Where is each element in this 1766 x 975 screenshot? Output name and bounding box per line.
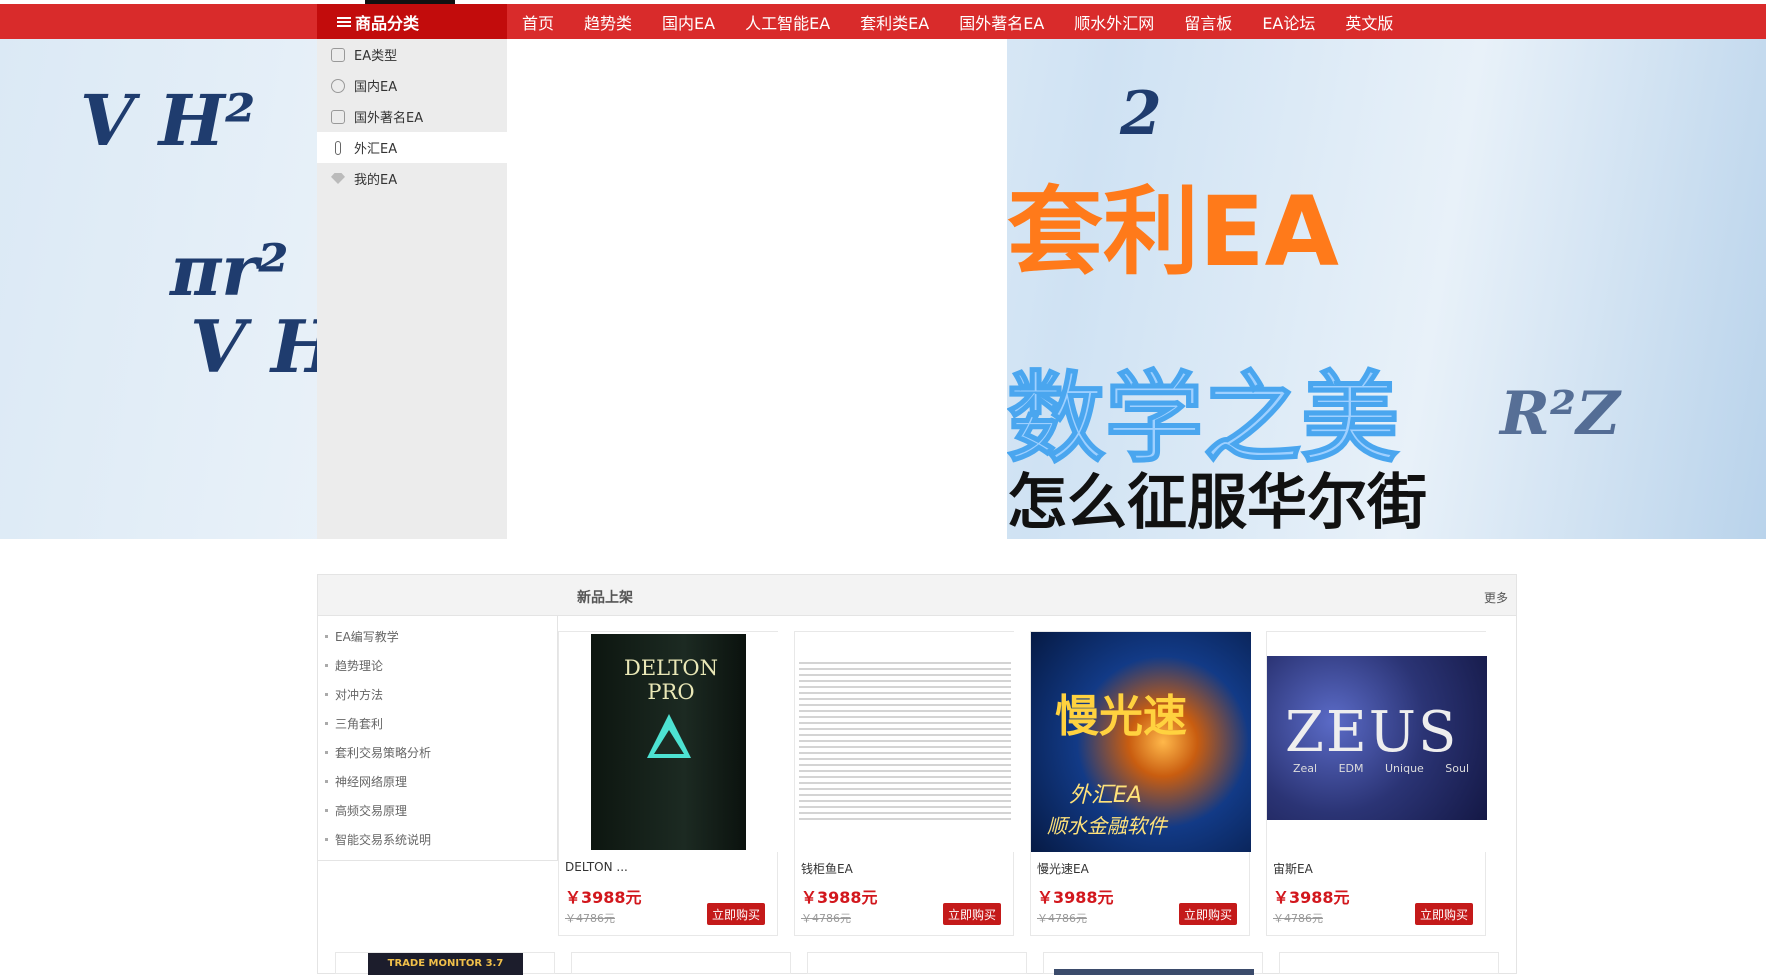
thumb-text: TRADE MONITOR 3.7	[368, 953, 523, 975]
thumb-image-edge	[1054, 969, 1254, 975]
product-price: ￥3988元	[1273, 888, 1350, 907]
trade-table-image	[799, 662, 1011, 822]
category-item-label: 我的EA	[354, 173, 398, 188]
flask-icon	[331, 47, 345, 62]
banner-formula-decoration: V H²	[80, 79, 256, 162]
buy-now-button[interactable]: 立即购买	[707, 903, 765, 925]
nav-links: 首页 趋势类 国内EA 人工智能EA 套利类EA 国外著名EA 顺水外汇网 留言…	[507, 4, 1408, 39]
product-price: ￥3988元	[565, 888, 642, 907]
category-menu-toggle[interactable]: 商品分类	[317, 4, 507, 39]
nav-link-home[interactable]: 首页	[522, 10, 554, 34]
article-link[interactable]: 神经网络原理	[318, 767, 557, 796]
article-link[interactable]: EA编写教学	[318, 622, 557, 651]
diamond-icon	[331, 173, 345, 184]
product-image[interactable]: ZEUS Zeal EDM Unique Soul	[1267, 632, 1487, 852]
nav-link-forex-site[interactable]: 顺水外汇网	[1074, 10, 1154, 34]
banner-title-black: 怎么征服华尔街	[1007, 468, 1427, 538]
category-dropdown: EA类型 国内EA 国外著名EA 外汇EA 我的EA	[317, 39, 507, 539]
banner-formula-decoration: πr²	[170, 229, 289, 312]
product-card-partial[interactable]: TRADE MONITOR 3.7	[335, 952, 555, 975]
product-image[interactable]: 慢光速 外汇EA 顺水金融软件	[1031, 632, 1251, 852]
nav-link-guestbook[interactable]: 留言板	[1184, 10, 1232, 34]
panel-header: 新品上架 更多	[318, 575, 1516, 616]
hero-banner[interactable]: V H² πr² V H 2 R²Z 套利EA 数学之美 怎么征服华尔街	[0, 39, 1766, 539]
category-item-foreign-ea[interactable]: 国外著名EA	[317, 101, 507, 132]
product-price: ￥3988元	[801, 888, 878, 907]
product-card-partial[interactable]	[807, 952, 1027, 974]
nav-link-ai-ea[interactable]: 人工智能EA	[745, 10, 830, 34]
badge-icon	[331, 78, 345, 93]
article-link[interactable]: 高频交易原理	[318, 796, 557, 825]
nav-link-forum[interactable]: EA论坛	[1262, 10, 1315, 34]
triangle-icon	[647, 714, 691, 758]
thumb-text: ZEUS	[1285, 700, 1459, 765]
software-box-image: DELTON PRO	[591, 634, 746, 850]
product-card[interactable]: 钱柜鱼EA ￥3988元 ￥4786元 立即购买	[794, 631, 1015, 936]
main-navbar: 商品分类 首页 趋势类 国内EA 人工智能EA 套利类EA 国外著名EA 顺水外…	[0, 4, 1766, 39]
article-link[interactable]: 套利交易策略分析	[318, 738, 557, 767]
product-image[interactable]: DELTON PRO	[559, 632, 779, 852]
category-item-label: 国外著名EA	[354, 111, 424, 126]
zeus-image: ZEUS Zeal EDM Unique Soul	[1267, 656, 1487, 820]
chart-icon	[331, 109, 345, 124]
product-card[interactable]: 慢光速 外汇EA 顺水金融软件 慢光速EA ￥3988元 ￥4786元 立即购买	[1030, 631, 1251, 936]
panel-title: 新品上架	[577, 590, 633, 606]
category-item-label: 外汇EA	[354, 142, 398, 157]
nav-link-english[interactable]: 英文版	[1345, 10, 1393, 34]
article-links: EA编写教学 趋势理论 对冲方法 三角套利 套利交易策略分析 神经网络原理 高频…	[318, 616, 558, 861]
product-name[interactable]: 钱柜鱼EA	[801, 860, 853, 877]
new-products-panel: 新品上架 更多 EA编写教学 趋势理论 对冲方法 三角套利 套利交易策略分析 神…	[317, 574, 1517, 974]
category-item-label: EA类型	[354, 49, 398, 64]
tube-icon	[335, 140, 341, 155]
category-item-ea-type[interactable]: EA类型	[317, 39, 507, 70]
nav-link-trend[interactable]: 趋势类	[584, 10, 632, 34]
product-name[interactable]: DELTON ...	[565, 860, 628, 874]
category-item-domestic-ea[interactable]: 国内EA	[317, 70, 507, 101]
product-name[interactable]: 慢光速EA	[1037, 860, 1089, 877]
product-card[interactable]: ZEUS Zeal EDM Unique Soul 宙斯EA ￥3988元 ￥4…	[1266, 631, 1487, 936]
article-link[interactable]: 三角套利	[318, 709, 557, 738]
nav-link-domestic-ea[interactable]: 国内EA	[662, 10, 715, 34]
thumb-subtext: 顺水金融软件	[1047, 814, 1167, 838]
product-card-partial[interactable]	[1043, 952, 1263, 975]
more-link[interactable]: 更多	[1484, 589, 1508, 606]
article-link[interactable]: 对冲方法	[318, 680, 557, 709]
product-name[interactable]: 宙斯EA	[1273, 860, 1313, 877]
thumb-text: 慢光速	[1055, 691, 1187, 742]
product-image[interactable]	[795, 632, 1015, 852]
product-card-partial[interactable]	[571, 952, 791, 974]
product-grid: DELTON PRO DELTON ... ￥3988元 ￥4786元 立即购买…	[558, 631, 1518, 951]
buy-now-button[interactable]: 立即购买	[1179, 903, 1237, 925]
banner-formula-decoration: 2	[1120, 79, 1162, 149]
banner-title-orange: 套利EA	[1007, 176, 1339, 288]
nav-link-arbitrage-ea[interactable]: 套利类EA	[860, 10, 929, 34]
thumb-subtext: Zeal EDM Unique Soul	[1293, 762, 1470, 775]
thumb-text: DELTON PRO	[624, 656, 718, 704]
category-menu-label: 商品分类	[355, 13, 420, 33]
product-old-price: ￥4786元	[1273, 912, 1323, 925]
buy-now-button[interactable]: 立即购买	[1415, 903, 1473, 925]
product-card[interactable]: DELTON PRO DELTON ... ￥3988元 ￥4786元 立即购买	[558, 631, 779, 936]
article-link[interactable]: 趋势理论	[318, 651, 557, 680]
buy-now-button[interactable]: 立即购买	[943, 903, 1001, 925]
category-item-forex-ea[interactable]: 外汇EA	[317, 132, 507, 163]
product-old-price: ￥4786元	[565, 912, 615, 925]
category-item-my-ea[interactable]: 我的EA	[317, 163, 507, 194]
nav-link-foreign-ea[interactable]: 国外著名EA	[959, 10, 1044, 34]
product-price: ￥3988元	[1037, 888, 1114, 907]
product-old-price: ￥4786元	[1037, 912, 1087, 925]
thumb-subtext: 外汇EA	[1069, 783, 1142, 808]
list-icon	[337, 16, 351, 28]
category-item-label: 国内EA	[354, 80, 398, 95]
product-card-partial[interactable]	[1279, 952, 1499, 974]
banner-blank-area	[507, 39, 1007, 539]
product-old-price: ￥4786元	[801, 912, 851, 925]
article-link[interactable]: 智能交易系统说明	[318, 825, 557, 854]
